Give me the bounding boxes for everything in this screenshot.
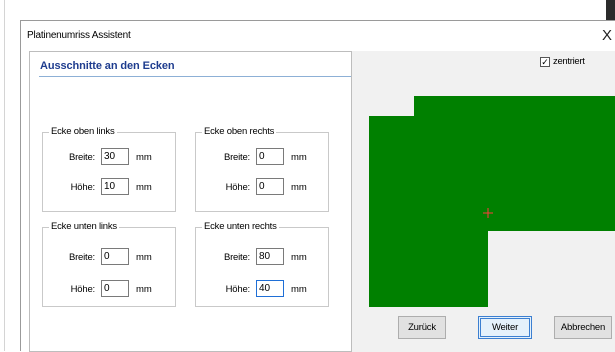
board-outline-preview [369,96,615,307]
unit-height-top-right: mm [291,182,307,193]
unit-width-top-right: mm [291,152,307,163]
unit-width-top-left: mm [136,152,152,163]
group-top-right-corner: Ecke oben rechts Breite: mm Höhe: mm [195,126,329,212]
cancel-button[interactable]: Abbrechen [554,316,612,339]
input-height-bottom-right[interactable] [256,280,284,297]
unit-width-bottom-left: mm [136,252,152,263]
label-width-bottom-left: Breite: [68,252,95,263]
unit-width-bottom-right: mm [291,252,307,263]
label-height-bottom-right: Höhe: [225,284,251,295]
group-title-bottom-left: Ecke unten links [49,221,119,232]
group-bottom-left-corner: Ecke unten links Breite: mm Höhe: mm [42,221,176,307]
group-title-top-right: Ecke oben rechts [202,126,277,137]
unit-height-top-left: mm [136,182,152,193]
back-button[interactable]: Zurück [398,316,446,339]
section-heading: Ausschnitte an den Ecken [40,60,175,72]
input-width-bottom-right[interactable] [256,248,284,265]
background-edge [4,0,5,351]
preview-panel: ✓ zentriert Zurück Weiter Abbrechen [352,51,615,352]
input-height-bottom-left[interactable] [101,280,129,297]
heading-divider [39,76,351,77]
label-width-bottom-right: Breite: [223,252,250,263]
board-shape [369,96,615,307]
wizard-window: Platinenumriss Assistent X Ausschnitte a… [20,20,615,352]
window-title: Platinenumriss Assistent [27,30,131,41]
unit-height-bottom-left: mm [136,284,152,295]
title-bar[interactable]: Platinenumriss Assistent X [21,21,615,51]
corner-cutouts-panel: Ausschnitte an den Ecken Ecke oben links… [29,51,352,352]
input-width-top-right[interactable] [256,148,284,165]
input-width-top-left[interactable] [101,148,129,165]
group-bottom-right-corner: Ecke unten rechts Breite: mm Höhe: mm [195,221,329,307]
label-height-bottom-left: Höhe: [70,284,96,295]
input-width-bottom-left[interactable] [101,248,129,265]
unit-height-bottom-right: mm [291,284,307,295]
label-height-top-right: Höhe: [225,182,251,193]
input-height-top-left[interactable] [101,178,129,195]
next-button[interactable]: Weiter [478,316,532,339]
group-top-left-corner: Ecke oben links Breite: mm Höhe: mm [42,126,176,212]
group-title-top-left: Ecke oben links [49,126,117,137]
close-icon[interactable]: X [598,23,615,49]
label-width-top-right: Breite: [223,152,250,163]
background-window-edge [606,0,615,20]
input-height-top-right[interactable] [256,178,284,195]
label-width-top-left: Breite: [68,152,95,163]
group-title-bottom-right: Ecke unten rechts [202,221,279,232]
label-height-top-left: Höhe: [70,182,96,193]
